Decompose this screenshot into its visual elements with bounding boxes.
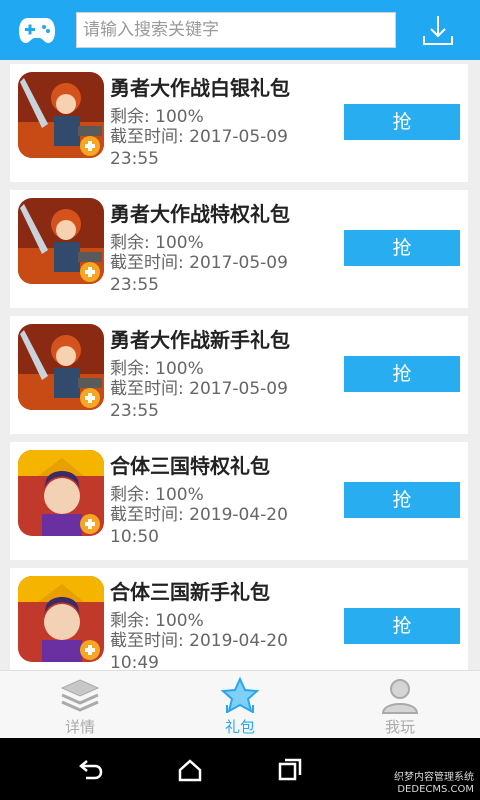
star-icon xyxy=(220,677,260,713)
gift-title: 勇者大作战新手礼包 xyxy=(110,328,290,352)
three-kingdoms-game-icon xyxy=(18,450,104,536)
watermark-line2: DEDECMS.COM xyxy=(397,784,474,795)
home-icon[interactable] xyxy=(176,756,204,784)
tab-label: 详情 xyxy=(64,718,95,736)
warrior-game-icon xyxy=(18,324,104,410)
gift-deadline: 截至时间: 2017-05-09 23:55 xyxy=(110,379,288,421)
gift-card[interactable]: 勇者大作战白银礼包 剩余: 100% 截至时间: 2017-05-09 23:5… xyxy=(10,64,468,182)
gift-remaining: 剩余: 100% xyxy=(110,485,204,505)
bottom-tab-bar: 详情 礼包 我玩 xyxy=(0,670,480,738)
tab-gifts[interactable]: 礼包 xyxy=(160,671,320,739)
grab-button[interactable]: 抢 xyxy=(344,608,460,644)
tab-my-games[interactable]: 我玩 xyxy=(320,671,480,739)
gift-remaining: 剩余: 100% xyxy=(110,233,204,253)
tab-label: 我玩 xyxy=(384,718,415,736)
gift-title: 勇者大作战特权礼包 xyxy=(110,202,290,226)
grab-button[interactable]: 抢 xyxy=(344,230,460,266)
warrior-game-icon xyxy=(18,72,104,158)
tab-label: 礼包 xyxy=(224,718,255,736)
watermark-line1: 织梦内容管理系统 xyxy=(394,772,474,783)
search-input[interactable] xyxy=(77,13,395,47)
gift-card[interactable]: 合体三国新手礼包 剩余: 100% 截至时间: 2019-04-20 10:49… xyxy=(10,568,468,670)
search-box[interactable] xyxy=(76,12,396,48)
system-nav-bar: 织梦内容管理系统 DEDECMS.COM xyxy=(0,738,480,800)
recent-apps-icon[interactable] xyxy=(276,756,304,784)
layers-icon xyxy=(60,679,100,712)
gift-remaining: 剩余: 100% xyxy=(110,359,204,379)
tab-details[interactable]: 详情 xyxy=(0,671,160,739)
gift-card[interactable]: 合体三国特权礼包 剩余: 100% 截至时间: 2019-04-20 10:50… xyxy=(10,442,468,560)
person-icon xyxy=(381,679,419,714)
gift-deadline: 截至时间: 2019-04-20 10:50 xyxy=(110,505,288,547)
watermark: 织梦内容管理系统 DEDECMS.COM xyxy=(394,772,474,796)
gift-card[interactable]: 勇者大作战新手礼包 剩余: 100% 截至时间: 2017-05-09 23:5… xyxy=(10,316,468,434)
warrior-game-icon xyxy=(18,198,104,284)
back-icon[interactable] xyxy=(76,756,104,784)
gift-remaining: 剩余: 100% xyxy=(110,611,204,631)
gift-card[interactable]: 勇者大作战特权礼包 剩余: 100% 截至时间: 2017-05-09 23:5… xyxy=(10,190,468,308)
download-icon[interactable] xyxy=(420,12,456,48)
grab-button[interactable]: 抢 xyxy=(344,482,460,518)
gamepad-icon[interactable] xyxy=(18,14,56,46)
gift-deadline: 截至时间: 2019-04-20 10:49 xyxy=(110,631,288,670)
gift-deadline: 截至时间: 2017-05-09 23:55 xyxy=(110,253,288,295)
gift-title: 勇者大作战白银礼包 xyxy=(110,76,290,100)
three-kingdoms-game-icon xyxy=(18,576,104,662)
gift-title: 合体三国新手礼包 xyxy=(110,580,270,604)
gift-remaining: 剩余: 100% xyxy=(110,107,204,127)
top-bar xyxy=(0,0,480,60)
gift-deadline: 截至时间: 2017-05-09 23:55 xyxy=(110,127,288,169)
grab-button[interactable]: 抢 xyxy=(344,104,460,140)
gift-title: 合体三国特权礼包 xyxy=(110,454,270,478)
gift-list[interactable]: 勇者大作战白银礼包 剩余: 100% 截至时间: 2017-05-09 23:5… xyxy=(0,60,480,670)
grab-button[interactable]: 抢 xyxy=(344,356,460,392)
